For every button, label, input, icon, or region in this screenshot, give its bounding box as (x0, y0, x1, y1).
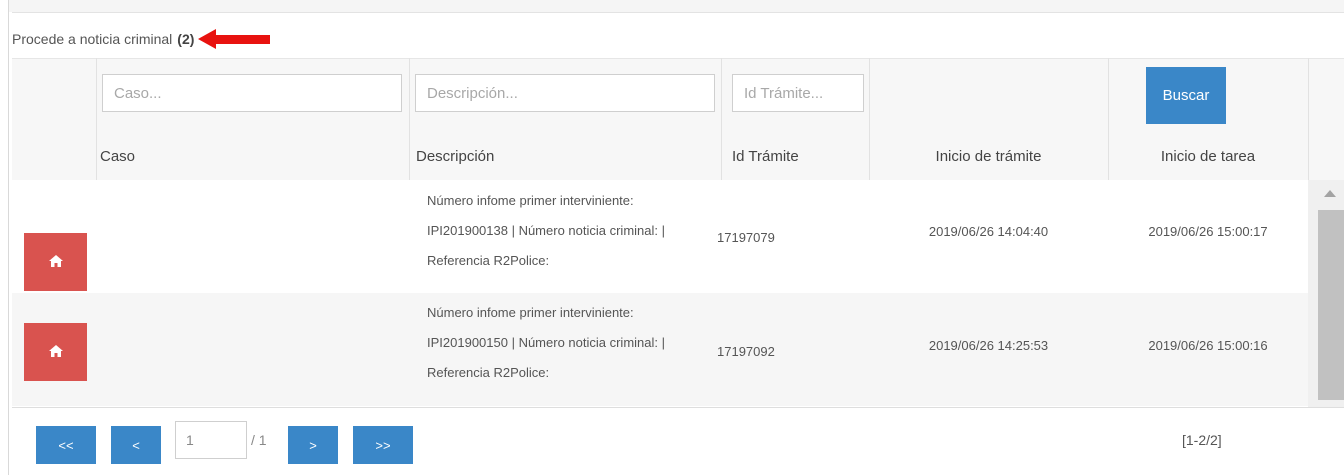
previous-page-button[interactable]: < (111, 426, 161, 464)
column-header-descripcion[interactable]: Descripción (416, 134, 494, 180)
scroll-up-arrow-icon[interactable] (1324, 190, 1336, 197)
cell-id-tramite: 17197079 (717, 230, 775, 245)
descripcion-line: Referencia R2Police: (427, 253, 550, 268)
descripcion-line: Número infome primer interviniente: (427, 305, 634, 320)
column-header-inicio-tramite[interactable]: Inicio de trámite (869, 134, 1108, 180)
cell-inicio-tarea: 2019/06/26 15:00:17 (1148, 224, 1268, 239)
cell-id-tramite: 17197092 (717, 344, 775, 359)
panel-count: (2) (177, 31, 195, 47)
red-arrow-icon (198, 29, 271, 49)
page-total: / 1 (251, 432, 267, 448)
results-range: [1-2/2] (1182, 432, 1222, 448)
pagination-bar: << < / 1 > >> [1-2/2] (12, 407, 1344, 476)
table-row[interactable]: Número infome primer interviniente: IPI2… (12, 180, 1308, 293)
left-border (8, 0, 9, 475)
column-header-caso[interactable]: Caso (100, 134, 135, 180)
last-page-button[interactable]: >> (353, 426, 413, 464)
cell-inicio-tarea: 2019/06/26 15:00:16 (1148, 338, 1268, 353)
cell-inicio-tramite: 2019/06/26 14:04:40 (928, 224, 1049, 239)
descripcion-line: IPI201900138 | Número noticia criminal: … (427, 223, 665, 238)
cell-descripcion: Número infome primer interviniente: IPI2… (427, 186, 727, 276)
descripcion-line: IPI201900150 | Número noticia criminal: … (427, 335, 665, 350)
first-page-button[interactable]: << (36, 426, 96, 464)
cell-inicio-tramite: 2019/06/26 14:25:53 (928, 338, 1049, 353)
cell-descripcion: Número infome primer interviniente: IPI2… (427, 298, 727, 388)
open-case-button[interactable] (24, 233, 87, 291)
top-band (9, 0, 1344, 12)
home-icon (48, 254, 63, 270)
descripcion-line: Referencia R2Police: (427, 365, 550, 380)
descripcion-line: Número infome primer interviniente: (427, 193, 634, 208)
column-header-inicio-tarea[interactable]: Inicio de tarea (1108, 134, 1308, 180)
table-row[interactable]: Número infome primer interviniente: IPI2… (12, 293, 1308, 406)
next-page-button[interactable]: > (288, 426, 338, 464)
descripcion-filter-input[interactable] (415, 74, 715, 112)
id-tramite-filter-input[interactable] (732, 74, 864, 112)
home-icon (48, 344, 63, 360)
column-header-id-tramite[interactable]: Id Trámite (732, 134, 799, 180)
open-case-button[interactable] (24, 323, 87, 381)
panel-title-text: Procede a noticia criminal (12, 31, 173, 47)
caso-filter-input[interactable] (102, 74, 402, 112)
scrollbar-thumb[interactable] (1318, 210, 1344, 400)
panel-title: Procede a noticia criminal (2) (12, 25, 271, 53)
page-number-input[interactable] (175, 421, 247, 459)
search-button[interactable]: Buscar (1146, 67, 1226, 124)
